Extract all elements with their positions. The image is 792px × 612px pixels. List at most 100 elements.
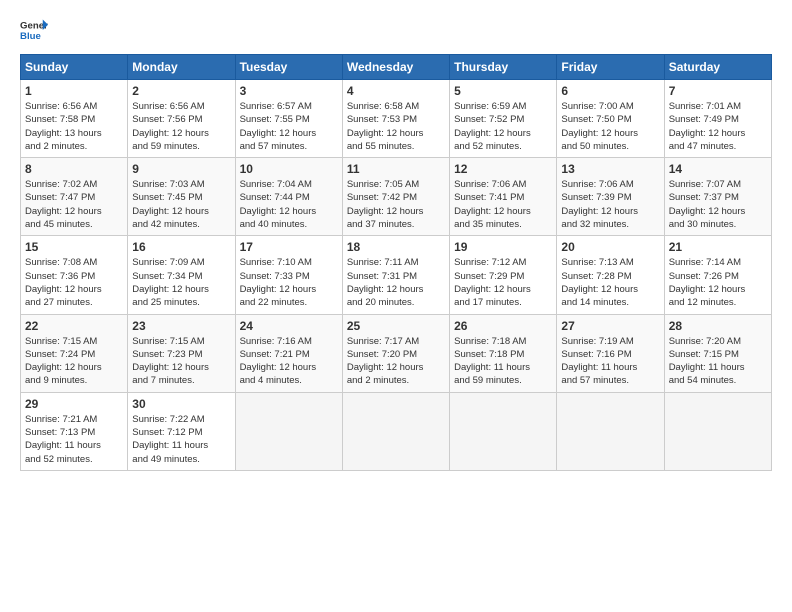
weekday-header: Sunday	[21, 55, 128, 80]
calendar-day-cell: 26 Sunrise: 7:18 AM Sunset: 7:18 PM Dayli…	[450, 314, 557, 392]
day-info: Sunrise: 6:57 AM Sunset: 7:55 PM Dayligh…	[240, 100, 338, 153]
day-info: Sunrise: 7:22 AM Sunset: 7:12 PM Dayligh…	[132, 413, 230, 466]
day-info: Sunrise: 7:09 AM Sunset: 7:34 PM Dayligh…	[132, 256, 230, 309]
weekday-header: Wednesday	[342, 55, 449, 80]
calendar-day-cell: 30Sunrise: 7:22 AM Sunset: 7:12 PM Dayli…	[128, 392, 235, 470]
calendar-body: 1Sunrise: 6:56 AM Sunset: 7:58 PM Daylig…	[21, 80, 772, 471]
day-number: 13	[561, 162, 659, 176]
day-number: 18	[347, 240, 445, 254]
day-info: Sunrise: 7:21 AM Sunset: 7:13 PM Dayligh…	[25, 413, 123, 466]
calendar-week-row: 15 Sunrise: 7:08 AM Sunset: 7:36 PM Dayli…	[21, 236, 772, 314]
logo-icon: General Blue	[20, 16, 48, 44]
calendar-day-cell	[557, 392, 664, 470]
day-number: 20	[561, 240, 659, 254]
calendar-day-cell: 23 Sunrise: 7:15 AM Sunset: 7:23 PM Dayli…	[128, 314, 235, 392]
day-info: Sunrise: 7:16 AM Sunset: 7:21 PM Dayligh…	[240, 335, 338, 388]
day-info: Sunrise: 7:02 AM Sunset: 7:47 PM Dayligh…	[25, 178, 123, 231]
day-info: Sunrise: 7:18 AM Sunset: 7:18 PM Dayligh…	[454, 335, 552, 388]
calendar-day-cell: 18 Sunrise: 7:11 AM Sunset: 7:31 PM Dayli…	[342, 236, 449, 314]
day-number: 7	[669, 84, 767, 98]
day-number: 25	[347, 319, 445, 333]
calendar-table: SundayMondayTuesdayWednesdayThursdayFrid…	[20, 54, 772, 471]
day-info: Sunrise: 7:07 AM Sunset: 7:37 PM Dayligh…	[669, 178, 767, 231]
day-number: 26	[454, 319, 552, 333]
day-number: 23	[132, 319, 230, 333]
day-number: 16	[132, 240, 230, 254]
calendar-day-cell: 13 Sunrise: 7:06 AM Sunset: 7:39 PM Dayli…	[557, 158, 664, 236]
calendar-week-row: 1Sunrise: 6:56 AM Sunset: 7:58 PM Daylig…	[21, 80, 772, 158]
day-info: Sunrise: 7:10 AM Sunset: 7:33 PM Dayligh…	[240, 256, 338, 309]
day-number: 28	[669, 319, 767, 333]
day-info: Sunrise: 7:06 AM Sunset: 7:41 PM Dayligh…	[454, 178, 552, 231]
calendar-day-cell: 17 Sunrise: 7:10 AM Sunset: 7:33 PM Dayli…	[235, 236, 342, 314]
calendar-day-cell: 1Sunrise: 6:56 AM Sunset: 7:58 PM Daylig…	[21, 80, 128, 158]
day-info: Sunrise: 7:04 AM Sunset: 7:44 PM Dayligh…	[240, 178, 338, 231]
day-info: Sunrise: 6:59 AM Sunset: 7:52 PM Dayligh…	[454, 100, 552, 153]
day-info: Sunrise: 7:05 AM Sunset: 7:42 PM Dayligh…	[347, 178, 445, 231]
day-number: 8	[25, 162, 123, 176]
calendar-day-cell: 7 Sunrise: 7:01 AM Sunset: 7:49 PM Daylig…	[664, 80, 771, 158]
calendar-day-cell: 10 Sunrise: 7:04 AM Sunset: 7:44 PM Dayli…	[235, 158, 342, 236]
calendar-day-cell: 5 Sunrise: 6:59 AM Sunset: 7:52 PM Daylig…	[450, 80, 557, 158]
day-info: Sunrise: 7:11 AM Sunset: 7:31 PM Dayligh…	[347, 256, 445, 309]
day-number: 10	[240, 162, 338, 176]
day-number: 2	[132, 84, 230, 98]
calendar-header-row: SundayMondayTuesdayWednesdayThursdayFrid…	[21, 55, 772, 80]
day-number: 14	[669, 162, 767, 176]
day-info: Sunrise: 6:56 AM Sunset: 7:56 PM Dayligh…	[132, 100, 230, 153]
day-number: 3	[240, 84, 338, 98]
calendar-day-cell: 28 Sunrise: 7:20 AM Sunset: 7:15 PM Dayli…	[664, 314, 771, 392]
weekday-header: Saturday	[664, 55, 771, 80]
day-info: Sunrise: 7:13 AM Sunset: 7:28 PM Dayligh…	[561, 256, 659, 309]
calendar-day-cell: 2 Sunrise: 6:56 AM Sunset: 7:56 PM Daylig…	[128, 80, 235, 158]
day-info: Sunrise: 7:03 AM Sunset: 7:45 PM Dayligh…	[132, 178, 230, 231]
calendar-day-cell: 19 Sunrise: 7:12 AM Sunset: 7:29 PM Dayli…	[450, 236, 557, 314]
day-info: Sunrise: 7:15 AM Sunset: 7:24 PM Dayligh…	[25, 335, 123, 388]
day-info: Sunrise: 7:14 AM Sunset: 7:26 PM Dayligh…	[669, 256, 767, 309]
calendar-day-cell: 16 Sunrise: 7:09 AM Sunset: 7:34 PM Dayli…	[128, 236, 235, 314]
day-number: 15	[25, 240, 123, 254]
day-number: 1	[25, 84, 123, 98]
calendar-day-cell: 27 Sunrise: 7:19 AM Sunset: 7:16 PM Dayli…	[557, 314, 664, 392]
day-number: 24	[240, 319, 338, 333]
calendar-day-cell: 3 Sunrise: 6:57 AM Sunset: 7:55 PM Daylig…	[235, 80, 342, 158]
day-number: 29	[25, 397, 123, 411]
calendar-day-cell	[342, 392, 449, 470]
calendar-day-cell: 4 Sunrise: 6:58 AM Sunset: 7:53 PM Daylig…	[342, 80, 449, 158]
day-number: 9	[132, 162, 230, 176]
logo: General Blue	[20, 16, 48, 44]
weekday-header: Friday	[557, 55, 664, 80]
day-info: Sunrise: 7:15 AM Sunset: 7:23 PM Dayligh…	[132, 335, 230, 388]
calendar-day-cell: 12Sunrise: 7:06 AM Sunset: 7:41 PM Dayli…	[450, 158, 557, 236]
day-number: 21	[669, 240, 767, 254]
calendar-day-cell: 6Sunrise: 7:00 AM Sunset: 7:50 PM Daylig…	[557, 80, 664, 158]
calendar-day-cell	[235, 392, 342, 470]
calendar-day-cell	[450, 392, 557, 470]
day-info: Sunrise: 7:06 AM Sunset: 7:39 PM Dayligh…	[561, 178, 659, 231]
weekday-header: Thursday	[450, 55, 557, 80]
day-number: 19	[454, 240, 552, 254]
calendar-week-row: 22 Sunrise: 7:15 AM Sunset: 7:24 PM Dayli…	[21, 314, 772, 392]
calendar-week-row: 29 Sunrise: 7:21 AM Sunset: 7:13 PM Dayli…	[21, 392, 772, 470]
day-number: 17	[240, 240, 338, 254]
day-number: 4	[347, 84, 445, 98]
calendar-day-cell: 14 Sunrise: 7:07 AM Sunset: 7:37 PM Dayli…	[664, 158, 771, 236]
day-info: Sunrise: 6:58 AM Sunset: 7:53 PM Dayligh…	[347, 100, 445, 153]
day-number: 27	[561, 319, 659, 333]
weekday-header: Monday	[128, 55, 235, 80]
day-info: Sunrise: 7:12 AM Sunset: 7:29 PM Dayligh…	[454, 256, 552, 309]
day-number: 6	[561, 84, 659, 98]
calendar-day-cell: 9 Sunrise: 7:03 AM Sunset: 7:45 PM Daylig…	[128, 158, 235, 236]
day-info: Sunrise: 7:01 AM Sunset: 7:49 PM Dayligh…	[669, 100, 767, 153]
day-number: 5	[454, 84, 552, 98]
day-info: Sunrise: 7:17 AM Sunset: 7:20 PM Dayligh…	[347, 335, 445, 388]
day-info: Sunrise: 7:19 AM Sunset: 7:16 PM Dayligh…	[561, 335, 659, 388]
calendar-day-cell: 21 Sunrise: 7:14 AM Sunset: 7:26 PM Dayli…	[664, 236, 771, 314]
calendar-day-cell: 15 Sunrise: 7:08 AM Sunset: 7:36 PM Dayli…	[21, 236, 128, 314]
calendar-day-cell: 25 Sunrise: 7:17 AM Sunset: 7:20 PM Dayli…	[342, 314, 449, 392]
calendar-day-cell: 29 Sunrise: 7:21 AM Sunset: 7:13 PM Dayli…	[21, 392, 128, 470]
day-info: Sunrise: 7:20 AM Sunset: 7:15 PM Dayligh…	[669, 335, 767, 388]
calendar-week-row: 8 Sunrise: 7:02 AM Sunset: 7:47 PM Daylig…	[21, 158, 772, 236]
day-number: 22	[25, 319, 123, 333]
day-info: Sunrise: 7:08 AM Sunset: 7:36 PM Dayligh…	[25, 256, 123, 309]
